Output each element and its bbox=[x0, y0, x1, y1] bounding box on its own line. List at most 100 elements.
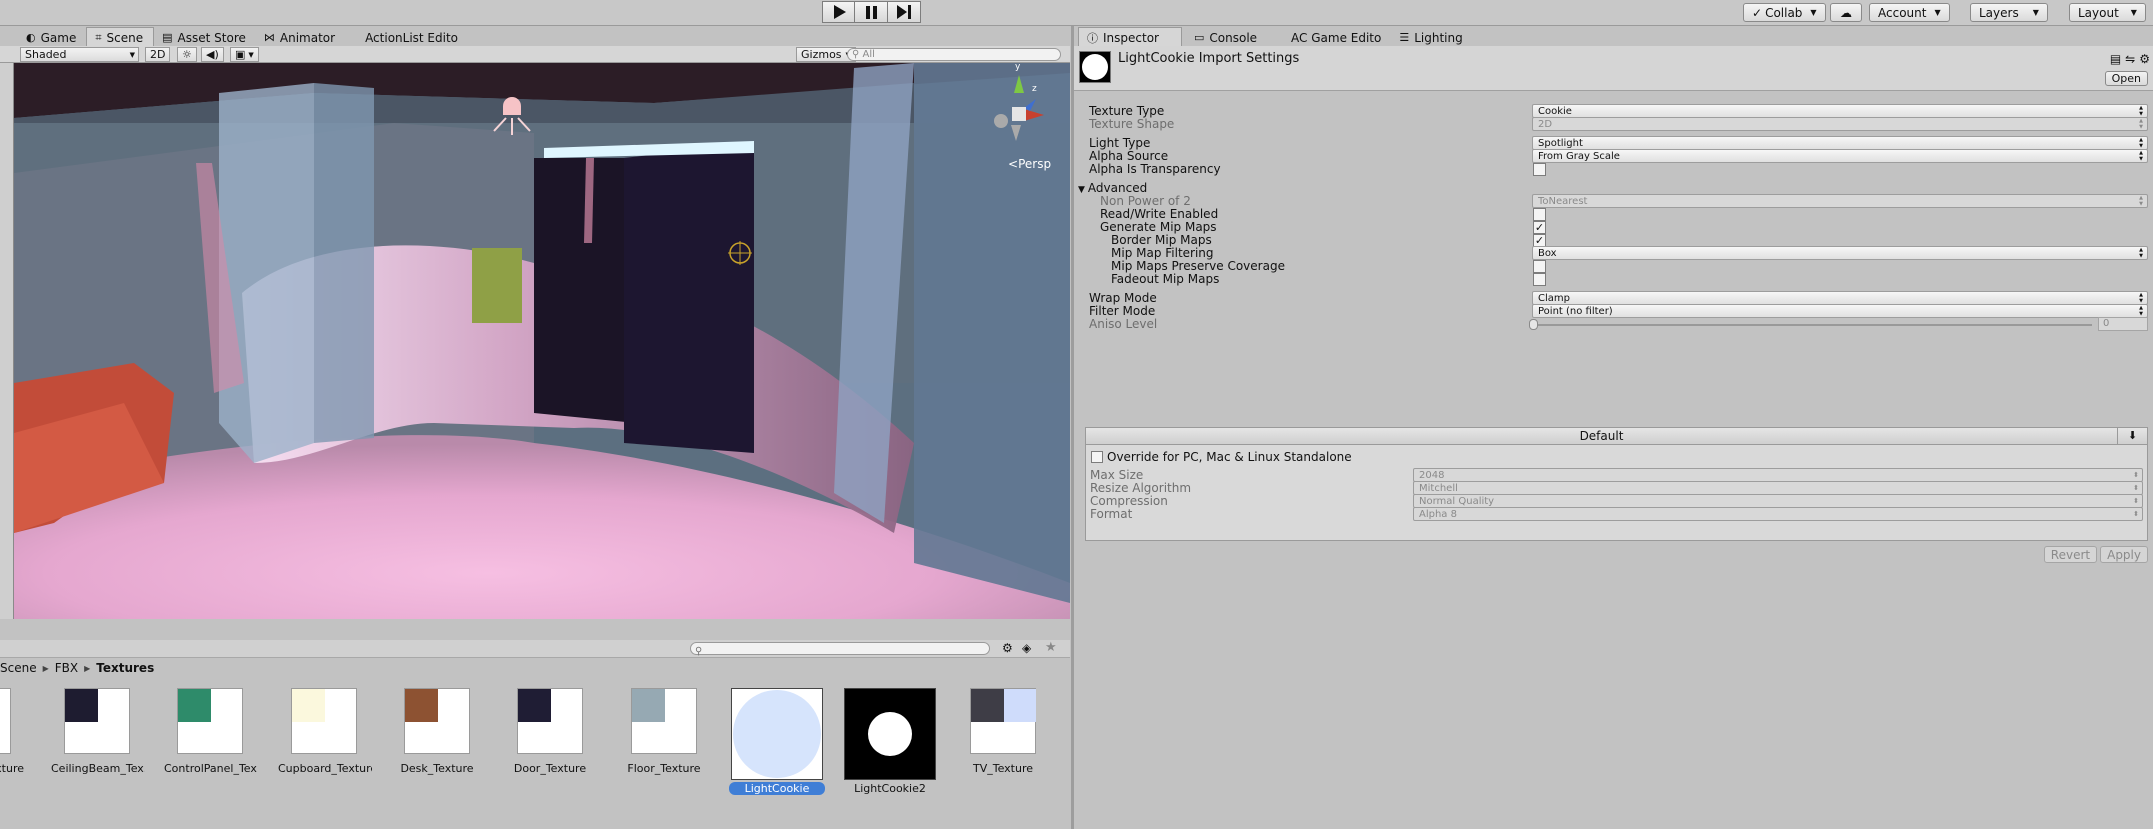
asset-item[interactable]: LightCookie2 bbox=[842, 688, 938, 795]
platform-tab-label: Default bbox=[1579, 429, 1624, 443]
apply-button[interactable]: Apply bbox=[2100, 546, 2148, 563]
pause-button[interactable] bbox=[855, 1, 888, 23]
property-label-text: Fadeout Mip Maps bbox=[1111, 272, 1220, 286]
property-row: Fadeout Mip Maps bbox=[1074, 271, 2153, 288]
texture-swatch-secondary bbox=[1004, 689, 1036, 722]
breadcrumb-scene[interactable]: Scene bbox=[0, 661, 37, 675]
open-button[interactable]: Open bbox=[2104, 71, 2148, 86]
playback-controls bbox=[822, 1, 921, 23]
revert-apply-group: Revert Apply bbox=[2043, 546, 2148, 563]
scene-lighting-toggle[interactable]: ☼ bbox=[177, 47, 197, 62]
layers-dropdown[interactable]: Layers ▼ bbox=[1970, 3, 2048, 22]
persp-text: Persp bbox=[1018, 157, 1052, 171]
mode-2d-label: 2D bbox=[150, 48, 166, 61]
asset-item[interactable]: TV_Texture bbox=[955, 688, 1051, 775]
aniso-slider-handle bbox=[1529, 319, 1538, 330]
tab-scene[interactable]: ⌗ Scene bbox=[86, 27, 155, 46]
breadcrumb-textures[interactable]: Textures bbox=[96, 661, 154, 675]
asset-item[interactable]: Cupboard_Texture bbox=[276, 688, 372, 775]
tab-animator[interactable]: ⋈ Animator bbox=[256, 27, 345, 46]
tab-default-platform[interactable]: Default bbox=[1086, 428, 2117, 445]
texture-thumbnail bbox=[631, 688, 697, 754]
revert-label: Revert bbox=[2050, 547, 2091, 562]
tab-label: Asset Store bbox=[177, 30, 246, 45]
filter-by-label-icon[interactable]: ◈ bbox=[1022, 641, 1031, 655]
scene-audio-toggle[interactable]: ◀) bbox=[201, 47, 224, 62]
property-label: Texture Shape bbox=[1089, 117, 1174, 131]
platform-row: Format Alpha 8 ⬍ bbox=[1086, 506, 2147, 523]
tab-ac-game-editor[interactable]: AC Game Edito bbox=[1283, 27, 1391, 46]
dropdown-value: Box bbox=[1538, 247, 1557, 259]
tab-console[interactable]: ▭ Console bbox=[1186, 27, 1267, 46]
tab-asset-store[interactable]: ▤ Asset Store bbox=[154, 27, 256, 46]
chevron-down-icon: ▼ bbox=[248, 50, 254, 59]
favorite-star-icon[interactable]: ★ bbox=[1045, 640, 1057, 655]
asset-item[interactable]: Desk_Texture bbox=[389, 688, 485, 775]
texture-thumbnail bbox=[970, 688, 1036, 754]
checkbox[interactable] bbox=[1533, 163, 1546, 176]
cloud-button[interactable]: ☁ bbox=[1830, 3, 1862, 22]
aniso-level-field: 0 bbox=[2098, 317, 2148, 331]
asset-label: LightCookie2 bbox=[854, 782, 926, 795]
texture-swatch bbox=[292, 689, 325, 722]
tab-label: Console bbox=[1209, 30, 1258, 45]
checkbox[interactable] bbox=[1533, 273, 1546, 286]
project-search-input[interactable]: ⚲ bbox=[690, 642, 990, 657]
texture-preview-icon bbox=[1079, 51, 1111, 83]
tab-lighting[interactable]: ☰ Lighting bbox=[1391, 27, 1472, 46]
tab-actionlist-editor[interactable]: ActionList Edito bbox=[357, 27, 468, 46]
scene-tab-bar: ◐ Game ⌗ Scene ▤ Asset Store ⋈ Animator Acti… bbox=[18, 27, 468, 46]
asset-item[interactable]: CeilingBeam_Tex... bbox=[49, 688, 145, 775]
help-book-icon[interactable]: ▤ bbox=[2110, 52, 2121, 66]
override-checkbox[interactable] bbox=[1091, 451, 1103, 463]
gear-icon[interactable]: ⚙ bbox=[2139, 52, 2150, 66]
texture-thumbnail bbox=[291, 688, 357, 754]
breadcrumb-fbx[interactable]: FBX bbox=[55, 661, 78, 675]
scene-search-input[interactable]: ⚲ All bbox=[847, 48, 1061, 61]
asset-item-selected[interactable]: LightCookie bbox=[729, 688, 825, 795]
asset-label: Cupboard_Texture bbox=[278, 762, 372, 775]
gizmos-label: Gizmos bbox=[801, 48, 842, 61]
filter-by-type-icon[interactable]: ⚙ bbox=[1002, 641, 1013, 655]
platform-row-label: Format bbox=[1090, 507, 1133, 521]
dropdown-value: ToNearest bbox=[1538, 195, 1588, 207]
dropdown-value: Clamp bbox=[1538, 292, 1570, 304]
projection-label[interactable]: <Persp bbox=[1008, 157, 1051, 171]
asset-item[interactable]: xture bbox=[0, 688, 26, 775]
tab-inspector[interactable]: ⓘ Inspector bbox=[1078, 27, 1182, 46]
texture-swatch bbox=[178, 689, 211, 722]
asset-item[interactable]: ControlPanel_Tex... bbox=[162, 688, 258, 775]
animator-icon: ⋈ bbox=[263, 31, 275, 44]
collab-button[interactable]: ✓ Collab ▼ bbox=[1743, 3, 1826, 22]
gizmo-axis-y-label: y bbox=[1015, 63, 1021, 72]
account-dropdown[interactable]: Account ▼ bbox=[1869, 3, 1950, 22]
property-label: Alpha Is Transparency bbox=[1089, 162, 1221, 176]
layers-label: Layers bbox=[1979, 5, 2019, 20]
download-icon[interactable]: ⬇ bbox=[2117, 428, 2147, 445]
asset-item[interactable]: Floor_Texture bbox=[616, 688, 712, 775]
toggle-2d-button[interactable]: 2D bbox=[145, 47, 171, 62]
property-label-text: Aniso Level bbox=[1089, 317, 1158, 331]
tab-label: AC Game Edito bbox=[1291, 30, 1382, 45]
image-icon: ▣ bbox=[235, 48, 246, 61]
revert-button[interactable]: Revert bbox=[2043, 546, 2098, 563]
step-button[interactable] bbox=[888, 1, 921, 23]
play-button[interactable] bbox=[822, 1, 855, 23]
preset-icon[interactable]: ⇋ bbox=[2125, 52, 2135, 66]
texture-swatch bbox=[632, 689, 665, 722]
property-row: Alpha Is Transparency bbox=[1074, 161, 2153, 178]
tab-game[interactable]: ◐ Game bbox=[18, 27, 86, 46]
texture-swatch bbox=[518, 689, 551, 722]
layout-dropdown[interactable]: Layout ▼ bbox=[2069, 3, 2146, 22]
asset-item[interactable]: Door_Texture bbox=[502, 688, 598, 775]
info-icon: ⓘ bbox=[1087, 32, 1098, 45]
tab-label: Scene bbox=[106, 31, 144, 45]
asset-label: xture bbox=[0, 762, 24, 775]
search-icon: ⚲ bbox=[852, 49, 860, 60]
account-label: Account bbox=[1878, 5, 1927, 20]
dropdown-arrows-icon: ⬍ bbox=[2133, 471, 2139, 479]
shading-mode-dropdown[interactable]: Shaded ▼ bbox=[20, 47, 139, 62]
texture-thumbnail bbox=[731, 688, 823, 780]
scene-viewport[interactable]: y z bbox=[14, 63, 1070, 619]
scene-effects-dropdown[interactable]: ▣ ▼ bbox=[230, 47, 259, 62]
